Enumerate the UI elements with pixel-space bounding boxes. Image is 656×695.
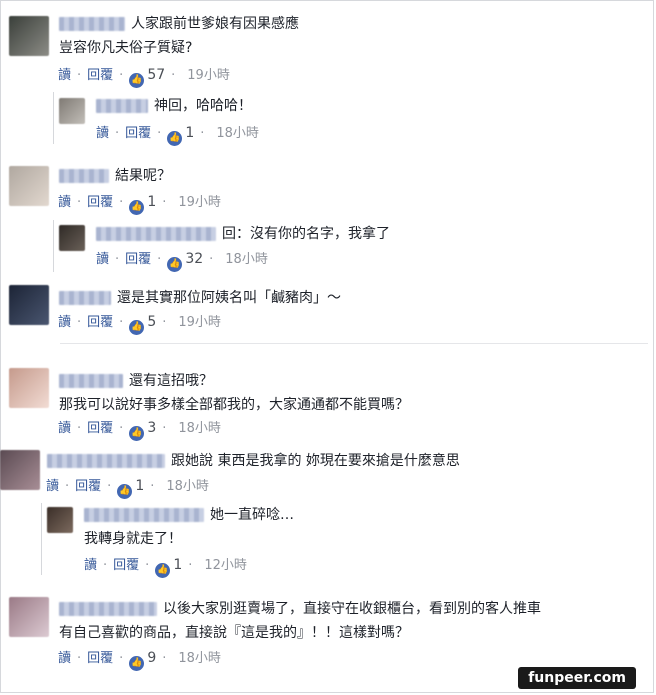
site-watermark: funpeer.com [518, 667, 636, 689]
avatar[interactable] [0, 450, 40, 490]
thumbs-up-icon[interactable]: 👍 [129, 73, 145, 88]
commenter-name[interactable] [47, 454, 165, 468]
thumbs-up-icon[interactable]: 👍 [167, 257, 183, 272]
commenter-name[interactable] [59, 291, 111, 305]
commenter-name[interactable] [96, 227, 216, 241]
comment-actions: 讀 · 回覆 · 👍 3 · 18小時 [58, 419, 221, 441]
like-count[interactable]: 5 [147, 314, 156, 330]
commenter-name[interactable] [59, 17, 125, 31]
thumbs-up-icon[interactable]: 👍 [129, 656, 145, 671]
reply-link[interactable]: 回覆 [87, 68, 113, 83]
comment-actions: 讀 · 回覆 · 👍 32 · 18小時 [96, 250, 268, 272]
reply-link[interactable]: 回覆 [125, 252, 151, 267]
comment-text: 結果呢？ [59, 166, 171, 186]
like-count[interactable]: 32 [185, 251, 203, 267]
timestamp[interactable]: 12小時 [204, 558, 247, 573]
comment-text: 跟她說 東西是我拿的 妳現在要來搶是什麼意思 [47, 451, 460, 471]
comment-text: 還有這招哦？ [59, 371, 213, 391]
avatar[interactable] [47, 507, 73, 533]
like-count[interactable]: 1 [185, 125, 194, 141]
avatar[interactable] [9, 597, 49, 637]
commenter-name[interactable] [59, 374, 123, 388]
comment-actions: 讀 · 回覆 · 👍 1 · 18小時 [46, 477, 209, 499]
comment-text: 還是其實那位阿姨名叫「鹹豬肉」～ [59, 288, 341, 308]
thumbs-up-icon[interactable]: 👍 [129, 200, 145, 215]
comment-actions: 讀 · 回覆 · 👍 5 · 19小時 [58, 313, 221, 335]
thumbs-up-icon[interactable]: 👍 [129, 426, 145, 441]
like-count[interactable]: 3 [147, 420, 156, 436]
read-link[interactable]: 讀 [96, 126, 109, 141]
avatar[interactable] [9, 16, 49, 56]
comment-text-line2: 豈容你凡夫俗子質疑? [59, 40, 193, 56]
reply-divider [41, 503, 42, 575]
reply-link[interactable]: 回覆 [87, 315, 113, 330]
reply-divider [53, 220, 54, 272]
comment-actions: 讀 · 回覆 · 👍 1 · 12小時 [84, 556, 247, 578]
reply-link[interactable]: 回覆 [87, 421, 113, 436]
comment-text: 人家跟前世爹娘有因果感應 [59, 14, 299, 34]
avatar[interactable] [59, 225, 85, 251]
section-divider [60, 343, 648, 344]
reply-link[interactable]: 回覆 [87, 195, 113, 210]
reply-link[interactable]: 回覆 [113, 558, 139, 573]
thumbs-up-icon[interactable]: 👍 [117, 484, 133, 499]
reply-link[interactable]: 回覆 [75, 479, 101, 494]
avatar[interactable] [9, 166, 49, 206]
comment-text-line2: 有自己喜歡的商品，直接說『這是我的』！！這樣對嗎？ [59, 625, 409, 641]
read-link[interactable]: 讀 [84, 558, 97, 573]
like-count[interactable]: 9 [147, 650, 156, 666]
like-count[interactable]: 1 [173, 557, 182, 573]
avatar[interactable] [9, 285, 49, 325]
comment-text-line2: 那我可以說好事多樣全部都我的，大家通通都不能買嗎？ [59, 397, 409, 413]
thumbs-up-icon[interactable]: 👍 [167, 131, 183, 146]
read-link[interactable]: 讀 [46, 479, 59, 494]
comment-text: 神回，哈哈哈！ [96, 96, 252, 116]
timestamp[interactable]: 18小時 [225, 252, 268, 267]
comment-text: 回：沒有你的名字，我拿了 [96, 224, 390, 244]
read-link[interactable]: 讀 [58, 195, 71, 210]
timestamp[interactable]: 19小時 [178, 315, 221, 330]
comment-actions: 讀 · 回覆 · 👍 9 · 18小時 [58, 649, 221, 671]
like-count[interactable]: 1 [147, 194, 156, 210]
comment-actions: 讀 · 回覆 · 👍 1 · 18小時 [96, 124, 259, 146]
timestamp[interactable]: 18小時 [178, 421, 221, 436]
commenter-name[interactable] [59, 602, 157, 616]
like-count[interactable]: 1 [135, 478, 144, 494]
reply-divider [53, 92, 54, 144]
comment-text: 以後大家別逛賣場了，直接守在收銀櫃台，看到別的客人推車 [59, 599, 541, 619]
read-link[interactable]: 讀 [58, 421, 71, 436]
timestamp[interactable]: 19小時 [187, 68, 230, 83]
comment-text-line2: 我轉身就走了！ [84, 531, 182, 547]
thumbs-up-icon[interactable]: 👍 [129, 320, 145, 335]
avatar[interactable] [59, 98, 85, 124]
read-link[interactable]: 讀 [58, 68, 71, 83]
commenter-name[interactable] [84, 508, 204, 522]
thumbs-up-icon[interactable]: 👍 [155, 563, 171, 578]
timestamp[interactable]: 18小時 [178, 651, 221, 666]
timestamp[interactable]: 18小時 [216, 126, 259, 141]
reply-link[interactable]: 回覆 [125, 126, 151, 141]
timestamp[interactable]: 19小時 [178, 195, 221, 210]
read-link[interactable]: 讀 [96, 252, 109, 267]
comment-actions: 讀 · 回覆 · 👍 1 · 19小時 [58, 193, 221, 215]
read-link[interactable]: 讀 [58, 651, 71, 666]
read-link[interactable]: 讀 [58, 315, 71, 330]
like-count[interactable]: 57 [147, 67, 165, 83]
avatar[interactable] [9, 368, 49, 408]
comment-actions: 讀 · 回覆 · 👍 57 · 19小時 [58, 66, 230, 88]
timestamp[interactable]: 18小時 [166, 479, 209, 494]
commenter-name[interactable] [59, 169, 109, 183]
commenter-name[interactable] [96, 99, 148, 113]
reply-link[interactable]: 回覆 [87, 651, 113, 666]
comment-text: 她一直碎唸… [84, 505, 294, 525]
